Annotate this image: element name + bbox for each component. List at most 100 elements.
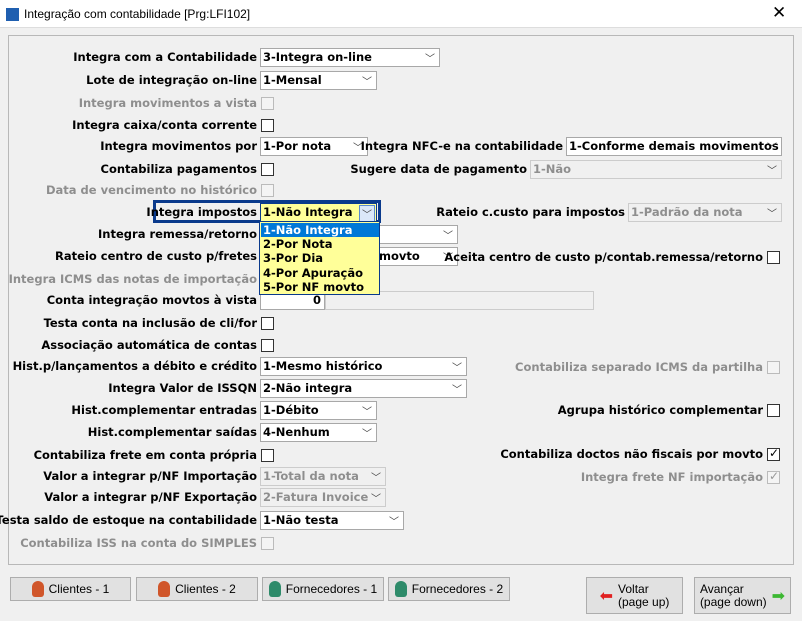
button-sublabel: (page down) bbox=[699, 594, 767, 609]
window-title: Integração com contabilidade [Prg:LFI102… bbox=[24, 7, 251, 21]
label-val-imp: Valor a integrar p/NF Importação bbox=[43, 469, 257, 483]
label-integra-contab: Integra com a Contabilidade bbox=[73, 50, 257, 64]
nfce-select[interactable]: 1-Conforme demais movimentos ﹀ bbox=[566, 137, 782, 156]
issqn-select[interactable]: 2-Não integra ﹀ bbox=[260, 379, 467, 398]
arrow-left-icon: ⬅ bbox=[599, 587, 614, 605]
title-bar: Integração com contabilidade [Prg:LFI102… bbox=[0, 0, 802, 28]
label-mov-por: Integra movimentos por bbox=[100, 139, 257, 153]
sugere-select[interactable]: 1-Não ﹀ bbox=[530, 160, 782, 179]
label-agrupa: Agrupa histórico complementar bbox=[557, 403, 763, 417]
label-icms-partilha: Contabiliza separado ICMS da partilha bbox=[515, 360, 763, 374]
close-icon[interactable]: ✕ bbox=[772, 3, 786, 23]
clientes-1-button[interactable]: Clientes - 1 bbox=[10, 577, 131, 601]
chevron-down-icon[interactable]: ﹀ bbox=[359, 205, 375, 221]
frete-checkbox[interactable] bbox=[261, 449, 274, 462]
label-testa-saldo: Testa saldo de estoque na contabilidade bbox=[0, 513, 257, 527]
dropdown-option[interactable]: 3-Por Dia bbox=[261, 251, 379, 265]
chevron-down-icon: ﹀ bbox=[362, 77, 372, 88]
select-value: 1-Não testa bbox=[263, 513, 339, 527]
select-value: 4-Nenhum bbox=[263, 425, 330, 439]
app-icon bbox=[6, 8, 19, 21]
button-label: Fornecedores - 2 bbox=[411, 582, 504, 596]
mov-vista-checkbox[interactable] bbox=[261, 97, 274, 110]
icms-partilha-checkbox[interactable] bbox=[767, 361, 780, 374]
rateio-imp-select[interactable]: 1-Padrão da nota ﹀ bbox=[628, 203, 782, 222]
fornecedores-1-button[interactable]: Fornecedores - 1 bbox=[262, 577, 384, 601]
chevron-down-icon: ﹀ bbox=[371, 473, 381, 484]
label-hist-ent: Hist.complementar entradas bbox=[71, 403, 257, 417]
chevron-down-icon: ﹀ bbox=[452, 385, 462, 396]
chevron-down-icon: ﹀ bbox=[371, 494, 381, 505]
select-value: 1-Mensal bbox=[263, 73, 322, 87]
label-impostos: Integra impostos bbox=[146, 205, 257, 219]
iss-simples-checkbox[interactable] bbox=[261, 537, 274, 550]
select-value: 3-Integra on-line bbox=[263, 50, 372, 64]
agrupa-checkbox[interactable] bbox=[767, 404, 780, 417]
pagamentos-checkbox[interactable] bbox=[261, 163, 274, 176]
label-frete: Contabiliza frete em conta própria bbox=[33, 448, 257, 462]
label-mov-vista: Integra movimentos a vista bbox=[78, 96, 257, 110]
fornecedores-2-button[interactable]: Fornecedores - 2 bbox=[388, 577, 510, 601]
label-lote: Lote de integração on-line bbox=[86, 73, 257, 87]
dropdown-option[interactable]: 5-Por NF movto bbox=[261, 280, 379, 294]
assoc-checkbox[interactable] bbox=[261, 339, 274, 352]
label-pagamentos: Contabiliza pagamentos bbox=[100, 162, 258, 176]
impostos-dropdown-list: 1-Não Integra 2-Por Nota 3-Por Dia 4-Por… bbox=[259, 221, 380, 295]
testa-conta-checkbox[interactable] bbox=[261, 317, 274, 330]
label-testa-conta: Testa conta na inclusão de cli/for bbox=[43, 316, 257, 330]
label-venc-hist: Data de vencimento no histórico bbox=[45, 183, 257, 197]
doctos-checkbox[interactable]: ✓ bbox=[767, 446, 780, 461]
label-aceita: Aceita centro de custo p/contab.remessa/… bbox=[444, 250, 763, 264]
label-assoc: Associação automática de contas bbox=[41, 338, 257, 352]
person-icon bbox=[268, 581, 281, 597]
frete-imp-checkbox[interactable]: ✓ bbox=[767, 469, 780, 484]
button-label: Clientes - 2 bbox=[175, 582, 236, 596]
select-value: 1-Total da nota bbox=[263, 469, 359, 483]
select-value: 2-Fatura Invoice bbox=[263, 490, 369, 504]
label-doctos: Contabiliza doctos não fiscais por movto bbox=[500, 447, 763, 461]
button-sublabel: (page up) bbox=[618, 594, 670, 609]
avancar-button[interactable]: Avançar (page down) ➡ bbox=[694, 577, 791, 614]
select-value: 1-Não Integra bbox=[263, 205, 353, 219]
label-frete-imp: Integra frete NF importação bbox=[580, 470, 763, 484]
aceita-checkbox[interactable] bbox=[767, 251, 780, 264]
label-caixa: Integra caixa/conta corrente bbox=[72, 118, 257, 132]
select-value: movto bbox=[379, 249, 420, 263]
dropdown-option[interactable]: 2-Por Nota bbox=[261, 237, 379, 251]
label-nfce: Integra NFC-e na contabilidade bbox=[360, 139, 563, 153]
hist-lanc-select[interactable]: 1-Mesmo histórico ﹀ bbox=[260, 357, 467, 376]
clientes-2-button[interactable]: Clientes - 2 bbox=[136, 577, 258, 601]
val-exp-select[interactable]: 2-Fatura Invoice ﹀ bbox=[260, 488, 386, 507]
button-label: Fornecedores - 1 bbox=[285, 582, 378, 596]
voltar-button[interactable]: ⬅ Voltar (page up) bbox=[586, 577, 683, 614]
dropdown-option[interactable]: 1-Não Integra bbox=[261, 223, 379, 238]
label-hist-lanc: Hist.p/lançamentos a débito e crédito bbox=[12, 359, 257, 373]
chevron-down-icon: ﹀ bbox=[767, 209, 777, 220]
hist-sai-select[interactable]: 4-Nenhum ﹀ bbox=[260, 423, 377, 442]
testa-saldo-select[interactable]: 1-Não testa ﹀ bbox=[260, 511, 404, 530]
impostos-select[interactable]: 1-Não Integra ﹀ bbox=[260, 203, 377, 222]
label-issqn: Integra Valor de ISSQN bbox=[108, 381, 257, 395]
lote-select[interactable]: 1-Mensal ﹀ bbox=[260, 71, 377, 90]
person-icon bbox=[394, 581, 407, 597]
label-rateio-fretes: Rateio centro de custo p/fretes bbox=[55, 249, 257, 263]
caixa-checkbox[interactable] bbox=[261, 119, 274, 132]
label-val-exp: Valor a integrar p/NF Exportação bbox=[44, 490, 257, 504]
chevron-down-icon: ﹀ bbox=[425, 54, 435, 65]
mov-por-select[interactable]: 1-Por nota ﹀ bbox=[260, 137, 368, 156]
chevron-down-icon: ﹀ bbox=[362, 429, 372, 440]
venc-hist-checkbox[interactable] bbox=[261, 184, 274, 197]
integra-contab-select[interactable]: 3-Integra on-line ﹀ bbox=[260, 48, 440, 67]
person-icon bbox=[158, 581, 171, 597]
chevron-down-icon: ﹀ bbox=[389, 517, 399, 528]
dropdown-option[interactable]: 4-Por Apuração bbox=[261, 266, 379, 280]
hist-ent-select[interactable]: 1-Débito ﹀ bbox=[260, 401, 377, 420]
label-sugere: Sugere data de pagamento bbox=[350, 162, 527, 176]
select-value: 1-Padrão da nota bbox=[631, 205, 743, 219]
chevron-down-icon: ﹀ bbox=[767, 166, 777, 177]
checkmark-icon: ✓ bbox=[769, 469, 780, 483]
button-label: Avançar bbox=[699, 581, 744, 596]
chevron-down-icon: ﹀ bbox=[443, 231, 453, 242]
val-imp-select[interactable]: 1-Total da nota ﹀ bbox=[260, 467, 386, 486]
label-rateio-imp: Rateio c.custo para impostos bbox=[436, 205, 625, 219]
